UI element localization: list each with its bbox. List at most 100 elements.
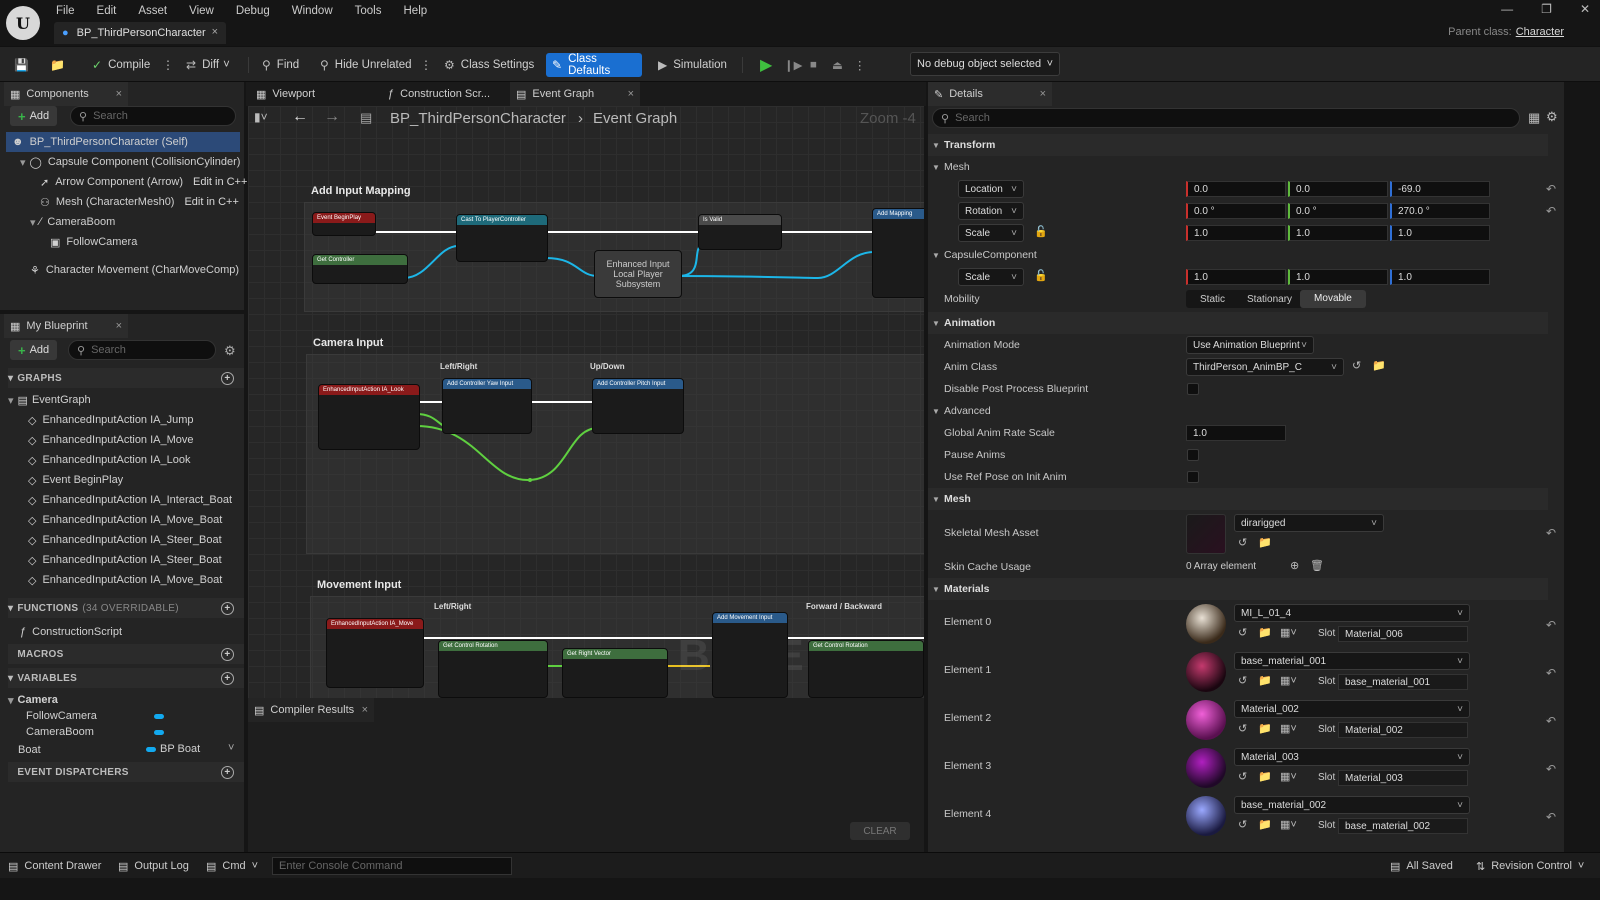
scale-mode-select[interactable]: Scale ˅	[958, 224, 1024, 242]
settings-gear-icon[interactable]: ⚙	[224, 343, 236, 359]
reset-arrow-icon[interactable]: ↶	[1546, 204, 1556, 218]
material-select[interactable]: Material_003 ˅	[1234, 748, 1470, 766]
clear-button[interactable]: CLEAR	[850, 822, 910, 840]
slot-name-field[interactable]: Material_003	[1338, 770, 1468, 786]
console-command-input[interactable]: Enter Console Command	[272, 857, 512, 875]
reset-arrow-icon[interactable]: ↶	[1546, 618, 1556, 632]
minimize-icon[interactable]: —	[1501, 2, 1513, 16]
table-view-icon[interactable]: ▦	[1528, 110, 1540, 126]
rotation-mode-select[interactable]: Rotation ˅	[958, 202, 1024, 220]
my-blueprint-tab[interactable]: ▦ My Blueprint ×	[4, 314, 128, 338]
debug-object-select[interactable]: No debug object selected ˅	[910, 52, 1060, 76]
reset-arrow-icon[interactable]: ↶	[1546, 526, 1556, 540]
location-y-field[interactable]: 0.0	[1288, 181, 1388, 197]
close-icon[interactable]: ×	[116, 320, 122, 332]
eject-icon[interactable]: ⏏	[826, 53, 849, 77]
use-selected-icon[interactable]: ↺	[1238, 818, 1247, 831]
chevron-down-icon[interactable]: ˅	[228, 742, 234, 754]
browse-folder-icon[interactable]: 📁	[1258, 818, 1272, 831]
browse-folder-icon[interactable]: 📁	[1372, 359, 1386, 372]
bookmark-icon[interactable]: ▮˅	[254, 110, 268, 124]
node-add-mapping[interactable]: Add Mapping	[872, 208, 924, 298]
mobility-movable[interactable]: Movable	[1300, 290, 1366, 308]
add-member-button[interactable]: + Add	[10, 340, 58, 360]
content-drawer-button[interactable]: ▤ Content Drawer	[8, 857, 101, 875]
slot-name-field[interactable]: base_material_002	[1338, 818, 1468, 834]
location-z-field[interactable]: -69.0	[1390, 181, 1490, 197]
graph-event-item[interactable]: ◇ EnhancedInputAction IA_Jump	[28, 410, 194, 430]
mobility-stationary[interactable]: Stationary	[1239, 294, 1300, 305]
node-add-yaw-input[interactable]: Add Controller Yaw Input	[442, 378, 532, 434]
reset-arrow-icon[interactable]: ↶	[1546, 182, 1556, 196]
menu-edit[interactable]: Edit	[97, 5, 117, 17]
simulation-button[interactable]: ▶ Simulation	[652, 53, 733, 77]
add-element-icon[interactable]: ⊕	[1290, 559, 1299, 572]
details-tab[interactable]: ✎ Details ×	[928, 82, 1052, 106]
close-icon[interactable]: ×	[362, 704, 368, 716]
tree-item-charmovement[interactable]: ⚘ Character Movement (CharMoveComp)	[30, 260, 239, 280]
reset-arrow-icon[interactable]: ↶	[1546, 714, 1556, 728]
unreal-logo-icon[interactable]: U	[6, 6, 40, 40]
disable-pp-checkbox[interactable]	[1187, 383, 1199, 395]
event-graph-canvas[interactable]: Add Input Mapping Camera Input Movement …	[248, 106, 924, 698]
tree-item-self[interactable]: ☻ BP_ThirdPersonCharacter (Self)	[6, 132, 240, 152]
menu-tools[interactable]: Tools	[355, 5, 382, 17]
tab-event-graph[interactable]: ▤ Event Graph ×	[510, 82, 640, 106]
use-selected-icon[interactable]: ↺	[1352, 359, 1361, 372]
tab-construction-script[interactable]: ƒ Construction Scr...	[382, 82, 506, 106]
node-enhanced-input-subsystem[interactable]: Enhanced Input Local Player Subsystem	[594, 250, 682, 298]
material-thumbnail[interactable]	[1186, 700, 1226, 740]
capsule-scale-z-field[interactable]: 1.0	[1390, 269, 1490, 285]
menu-file[interactable]: File	[56, 5, 75, 17]
details-search[interactable]: ⚲ Search	[932, 108, 1520, 128]
section-materials[interactable]: ▼ Materials	[928, 578, 1548, 600]
ref-pose-checkbox[interactable]	[1187, 471, 1199, 483]
compiler-results-tab[interactable]: ▤ Compiler Results ×	[248, 698, 374, 722]
variables-section[interactable]: ▾ VARIABLES +	[8, 668, 244, 688]
texture-options-icon[interactable]: ▦˅	[1280, 818, 1297, 831]
node-get-control-rotation[interactable]: Get Control Rotation	[808, 640, 924, 698]
all-saved-button[interactable]: ▤ All Saved	[1390, 857, 1453, 875]
close-icon[interactable]: ×	[212, 26, 218, 38]
section-transform[interactable]: ▼ Transform	[928, 134, 1548, 156]
use-selected-icon[interactable]: ↺	[1238, 770, 1247, 783]
scale-x-field[interactable]: 1.0	[1186, 225, 1286, 241]
browse-folder-icon[interactable]: 📁	[1258, 722, 1272, 735]
texture-options-icon[interactable]: ▦˅	[1280, 722, 1297, 735]
components-search[interactable]: ⚲ Search	[70, 106, 236, 126]
close-window-icon[interactable]: ✕	[1580, 2, 1590, 16]
graph-hierarchy-icon[interactable]: ▤	[360, 110, 372, 126]
event-dispatchers-section[interactable]: ▾EVENT DISPATCHERS+	[8, 762, 244, 782]
tree-item-capsule[interactable]: ▾◯Capsule Component (CollisionCylinder)E	[20, 152, 258, 172]
graph-event-item[interactable]: ◇ EnhancedInputAction IA_Steer_Boat	[28, 530, 222, 550]
menu-view[interactable]: View	[189, 5, 214, 17]
capsule-scale-mode-select[interactable]: Scale ˅	[958, 268, 1024, 286]
subsection-mesh[interactable]: ▼ Mesh	[928, 156, 1548, 178]
edit-in-cpp-link[interactable]: Edit in C++	[193, 176, 247, 188]
use-selected-icon[interactable]: ↺	[1238, 674, 1247, 687]
rotation-x-field[interactable]: 0.0 °	[1186, 203, 1286, 219]
material-select[interactable]: base_material_002 ˅	[1234, 796, 1470, 814]
components-tab[interactable]: ▦ Components ×	[4, 82, 128, 106]
graph-event-item[interactable]: ◇ EnhancedInputAction IA_Look	[28, 450, 190, 470]
browse-folder-icon[interactable]: 📁	[1258, 536, 1272, 549]
node-ia-move[interactable]: EnhancedInputAction IA_Move	[326, 618, 424, 688]
output-log-button[interactable]: ▤ Output Log	[118, 857, 189, 875]
node-event-beginplay[interactable]: Event BeginPlay	[312, 212, 376, 236]
section-animation[interactable]: ▼ Animation	[928, 312, 1548, 334]
reset-arrow-icon[interactable]: ↶	[1546, 666, 1556, 680]
material-select[interactable]: MI_L_01_4 ˅	[1234, 604, 1470, 622]
skeletal-mesh-select[interactable]: dirarigged ˅	[1234, 514, 1384, 532]
material-select[interactable]: Material_002 ˅	[1234, 700, 1470, 718]
pause-anims-checkbox[interactable]	[1187, 449, 1199, 461]
capsule-scale-x-field[interactable]: 1.0	[1186, 269, 1286, 285]
trash-icon[interactable]: 🗑	[1310, 559, 1324, 572]
class-defaults-button[interactable]: ✎ Class Defaults	[546, 53, 642, 77]
slot-name-field[interactable]: base_material_001	[1338, 674, 1468, 690]
add-component-button[interactable]: + Add	[10, 106, 58, 126]
mobility-static[interactable]: Static	[1186, 294, 1239, 305]
rotation-z-field[interactable]: 270.0 °	[1390, 203, 1490, 219]
edit-in-cpp-link[interactable]: Edit in C++	[184, 196, 238, 208]
location-mode-select[interactable]: Location ˅	[958, 180, 1024, 198]
reset-arrow-icon[interactable]: ↶	[1546, 810, 1556, 824]
